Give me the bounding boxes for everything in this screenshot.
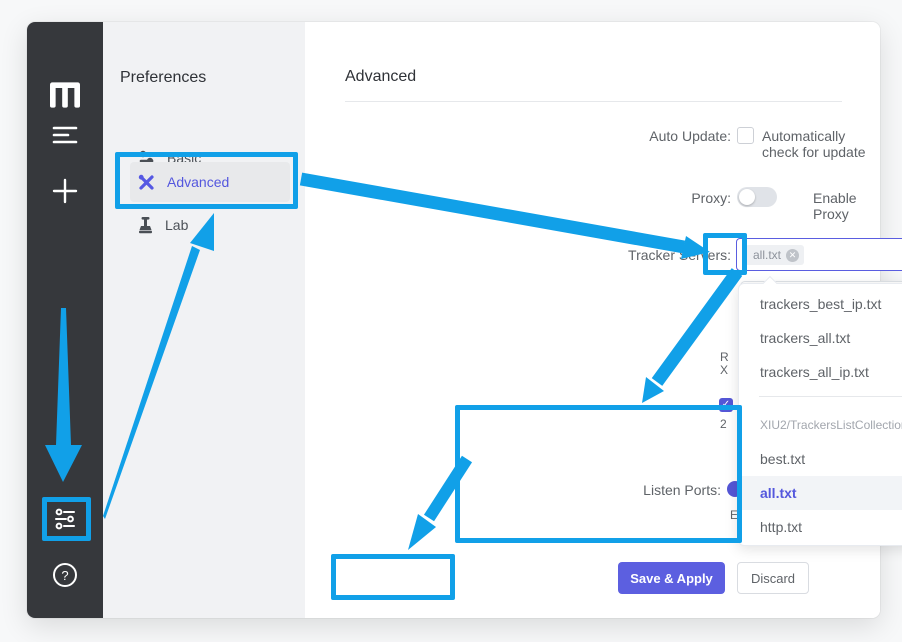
proxy-toggle[interactable] [737,187,777,207]
title-divider [345,101,842,102]
selected-tag: all.txt ✕ [745,245,804,265]
annotation-box-chevron [703,233,747,275]
nav-item-lab[interactable]: Lab [130,205,290,245]
preferences-title: Preferences [120,69,206,87]
auto-update-label: Auto Update: [591,128,731,144]
auto-update-checkbox[interactable] [737,127,754,144]
preferences-panel: Preferences Basic Advanced [103,22,305,618]
svg-text:?: ? [61,568,68,583]
dropdown-item[interactable]: http.txt [740,510,902,544]
hidden-text-fragment: R [720,350,729,364]
toggle-knob [739,189,755,205]
discard-button[interactable]: Discard [737,562,809,594]
task-list-icon[interactable] [27,124,103,146]
tracker-servers-select[interactable]: all.txt ✕ [736,238,902,271]
tag-remove-icon[interactable]: ✕ [786,249,799,262]
auto-update-checkbox-label[interactable]: Automatically check for update [762,128,880,160]
dropdown-item[interactable]: trackers_best_ip.txt [740,287,902,321]
dropdown-item[interactable]: best.txt [740,442,902,476]
hidden-text-fragment: X [720,363,728,377]
annotation-box-advanced [115,152,298,209]
dropdown-group-label: XIU2/TrackersListCollection [740,412,902,438]
add-task-icon[interactable] [27,178,103,204]
dropdown-divider [759,396,902,397]
help-icon[interactable]: ? [27,562,103,588]
nav-label-lab: Lab [165,217,188,233]
save-apply-button[interactable]: Save & Apply [618,562,725,594]
selected-tag-label: all.txt [753,248,781,262]
tracker-dropdown: trackers_best_ip.txt trackers_all.txt tr… [738,283,902,546]
proxy-label: Proxy: [591,190,731,206]
proxy-toggle-label: Enable Proxy [813,190,880,222]
app-window: ? Preferences Basic [27,22,880,618]
lab-icon [138,217,153,234]
annotation-box-dropdown-group [455,405,742,543]
annotation-box-save-button [331,554,455,600]
dropdown-item[interactable]: trackers_all.txt [740,321,902,355]
dropdown-item-selected[interactable]: all.txt ✓ [740,476,902,510]
motrix-logo [27,82,103,108]
dropdown-item[interactable]: trackers_all_ip.txt [740,355,902,389]
page-title: Advanced [345,68,416,86]
annotation-box-settings-icon [42,497,91,541]
